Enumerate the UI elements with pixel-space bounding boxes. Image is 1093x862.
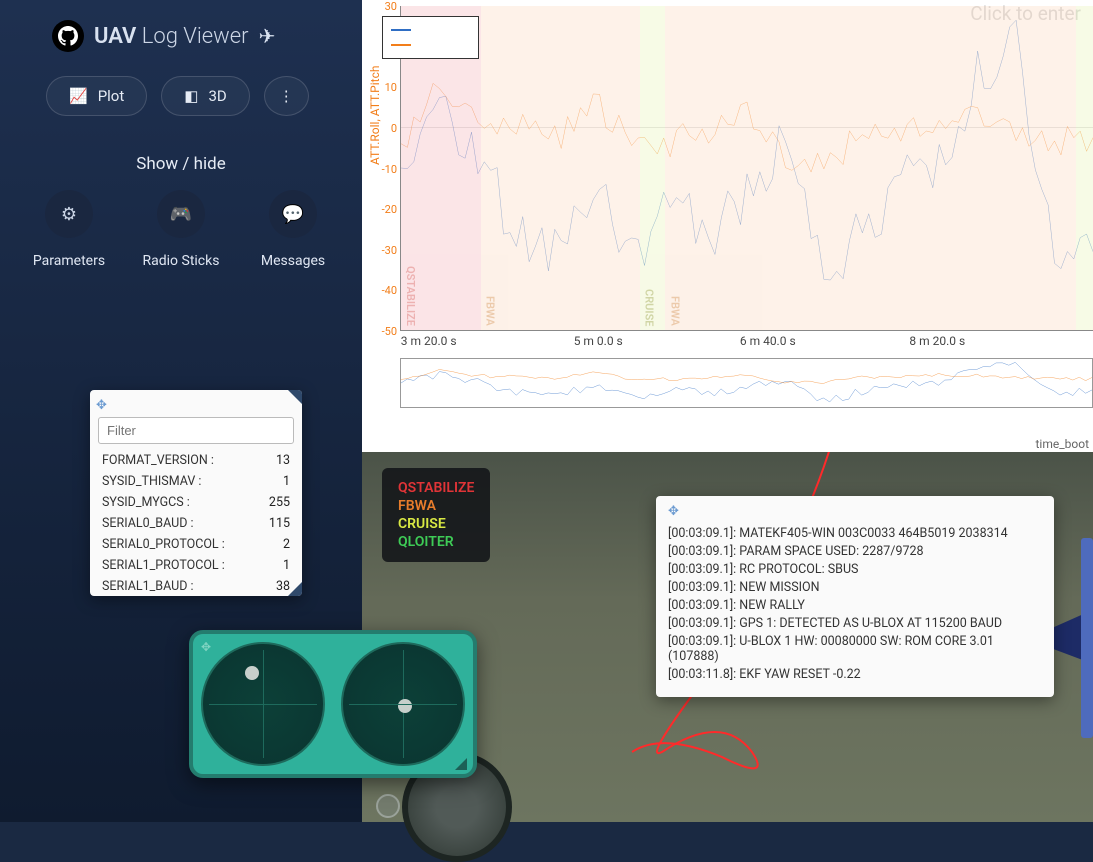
chart-icon: 📈: [69, 87, 88, 105]
parameter-row[interactable]: SERIAL0_BAUD :115: [90, 513, 302, 534]
message-row: [00:03:09.1]: NEW MISSION: [668, 580, 1042, 595]
parameter-row[interactable]: SYSID_THISMAV :1: [90, 471, 302, 492]
mode-item: FBWA: [398, 498, 474, 514]
legend-item: ATT.Pitch: [391, 38, 470, 52]
three-d-button[interactable]: ◧ 3D: [161, 76, 249, 116]
drag-handle[interactable]: ✥: [90, 390, 302, 417]
message-row: [00:03:09.1]: U-BLOX 1 HW: 00080000 SW: …: [668, 634, 1042, 664]
more-menu-button[interactable]: ⋮: [264, 76, 309, 116]
y-tick: 30: [371, 0, 397, 13]
message-row: [00:03:09.1]: PARAM SPACE USED: 2287/972…: [668, 544, 1042, 559]
overview-plot[interactable]: [400, 358, 1093, 408]
y-tick: -30: [371, 244, 397, 257]
parameter-row[interactable]: SERIAL1_PROTOCOL :1: [90, 555, 302, 576]
radio-sticks-widget[interactable]: ✥: [189, 630, 477, 778]
mode-band: FBWA: [665, 6, 1076, 330]
resize-handle[interactable]: [288, 582, 302, 596]
plot-button[interactable]: 📈 Plot: [46, 76, 147, 116]
flight-modes-legend: QSTABILIZE FBWA CRUISE QLOITER: [382, 468, 490, 562]
mode-band-label: QSTABILIZE: [404, 266, 417, 326]
plane-icon: ✈: [259, 24, 276, 48]
toolbar: 📈 Plot ◧ 3D ⋮: [12, 66, 350, 126]
y-tick: 10: [371, 81, 397, 94]
x-tick: 6 m 40.0 s: [740, 334, 796, 348]
messages-panel[interactable]: ✥ [00:03:09.1]: MATEKF405-WIN 003C0033 4…: [656, 496, 1054, 697]
left-stick[interactable]: [201, 642, 325, 766]
message-row: [00:03:09.1]: GPS 1: DETECTED AS U-BLOX …: [668, 616, 1042, 631]
show-hide-heading: Show / hide: [12, 154, 350, 174]
y-tick: -20: [371, 203, 397, 216]
y-tick: -40: [371, 284, 397, 297]
x-tick: 5 m 0.0 s: [574, 334, 623, 348]
parameter-row[interactable]: SYSID_MYGCS :255: [90, 492, 302, 513]
github-icon[interactable]: [52, 20, 84, 52]
mode-band: FBWA: [481, 6, 640, 330]
resize-handle[interactable]: [455, 758, 467, 770]
parameter-row[interactable]: FORMAT_VERSION :13: [90, 450, 302, 471]
ellipsis-icon: ⋮: [279, 87, 294, 105]
y-tick: -10: [371, 163, 397, 176]
left-stick-knob: [245, 666, 259, 680]
parameter-list: FORMAT_VERSION :13SYSID_THISMAV :1SYSID_…: [90, 450, 302, 596]
move-icon: ✥: [96, 398, 107, 413]
drag-handle[interactable]: ✥: [668, 504, 1042, 523]
mode-item: CRUISE: [398, 516, 474, 532]
y-tick: -50: [371, 325, 397, 338]
parameter-row[interactable]: SERIAL0_PROTOCOL :2: [90, 534, 302, 555]
toggle-messages[interactable]: 💬 Messages: [248, 190, 338, 269]
corner-mark-top: [288, 390, 302, 404]
app-title: UAV Log Viewer: [94, 24, 249, 49]
chart-legend: ATT.RollATT.Pitch: [382, 16, 479, 59]
mode-band-label: FBWA: [668, 296, 681, 326]
gears-icon: ⚙: [45, 190, 93, 238]
x-tick: 3 m 20.0 s: [401, 334, 457, 348]
filter-input[interactable]: [98, 417, 294, 444]
mode-band-label: FBWA: [484, 296, 497, 326]
mode-item: QSTABILIZE: [398, 480, 474, 496]
chart-area[interactable]: ATT.RollATT.Pitch ATT.Roll, ATT.Pitch 30…: [362, 0, 1093, 420]
move-icon: ✥: [668, 504, 679, 519]
message-row: [00:03:09.1]: MATEKF405-WIN 003C0033 464…: [668, 526, 1042, 541]
compass-icon[interactable]: [376, 794, 400, 818]
move-icon[interactable]: ✥: [201, 640, 211, 654]
mode-item: QLOITER: [398, 534, 474, 550]
mode-band: [1076, 6, 1093, 330]
message-list: [00:03:09.1]: MATEKF405-WIN 003C0033 464…: [668, 526, 1042, 682]
messages-scrollbar[interactable]: [1081, 538, 1093, 738]
toggle-parameters[interactable]: ⚙ Parameters: [24, 190, 114, 269]
message-row: [00:03:09.1]: RC PROTOCOL: SBUS: [668, 562, 1042, 577]
parameter-row[interactable]: SERIAL1_BAUD :38: [90, 576, 302, 596]
legend-item: ATT.Roll: [391, 23, 470, 37]
right-stick-knob: [398, 699, 412, 713]
mode-band: CRUISE: [640, 6, 666, 330]
show-hide-row: ⚙ Parameters 🎮 Radio Sticks 💬 Messages: [12, 190, 350, 269]
parameters-panel[interactable]: ✥ FORMAT_VERSION :13SYSID_THISMAV :1SYSI…: [90, 390, 302, 596]
message-row: [00:03:09.1]: NEW RALLY: [668, 598, 1042, 613]
right-stick[interactable]: [341, 642, 465, 766]
x-axis-label: time_boot: [1036, 437, 1090, 451]
y-tick: 0: [371, 122, 397, 135]
gamepad-icon: 🎮: [157, 190, 205, 238]
mode-band-label: CRUISE: [643, 289, 656, 327]
brand: UAV Log Viewer ✈: [12, 12, 350, 66]
chat-icon: 💬: [269, 190, 317, 238]
message-row: [00:03:11.8]: EKF YAW RESET -0.22: [668, 667, 1042, 682]
cube-icon: ◧: [184, 87, 198, 105]
toggle-radio-sticks[interactable]: 🎮 Radio Sticks: [136, 190, 226, 269]
overview-lines: [401, 359, 1092, 407]
x-tick: 8 m 20.0 s: [909, 334, 965, 348]
main-plot[interactable]: 3020100-10-20-30-40-503 m 20.0 s5 m 0.0 …: [400, 6, 1093, 331]
